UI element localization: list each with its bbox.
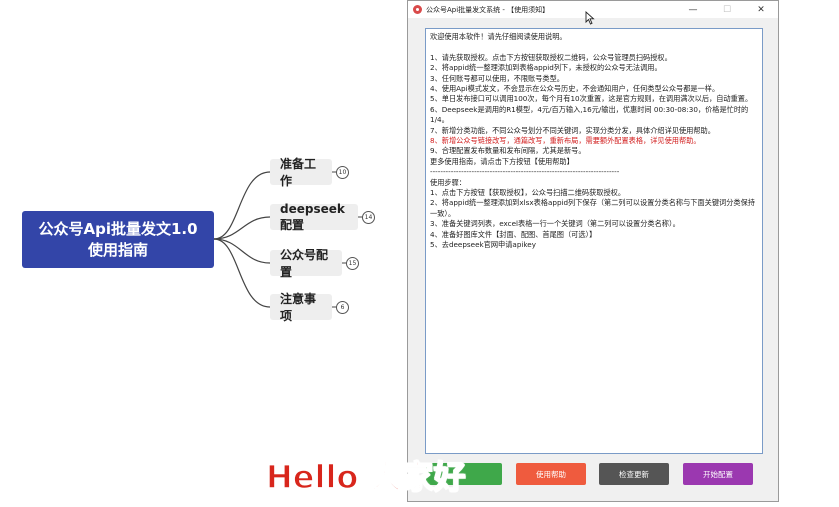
notice-line: ----------------------------------------…: [430, 167, 620, 177]
notice-line: 更多使用指南，请点击下方按钮【使用帮助】: [430, 156, 574, 166]
node-label: deepseek配置: [280, 201, 345, 232]
window-title: 公众号Api批量发文系统 - 【使用须知】: [426, 5, 550, 14]
notice-line: 5、去deepseek官网申请apikey: [430, 240, 536, 250]
notice-line: 4、准备好图库文件【封面、配图、首尾图（可选）】: [430, 229, 597, 239]
notice-line: 2、将appid统一整理添加到表格appid列下，未授权的公众号无法调用。: [430, 63, 662, 73]
minimize-button[interactable]: —: [676, 1, 710, 18]
app-logo-icon: [413, 5, 422, 14]
node-label: 准备工作: [280, 157, 317, 188]
node-count-badge[interactable]: 6: [336, 301, 349, 314]
mindmap-root-node[interactable]: 公众号Api批量发文1.0 使用指南: [22, 211, 214, 268]
connector-prep: [213, 171, 271, 240]
root-subtitle: 使用指南: [87, 240, 148, 259]
root-title: 公众号Api批量发文1.0: [38, 219, 198, 238]
mouse-cursor-icon: [585, 11, 595, 25]
close-button[interactable]: ✕: [744, 1, 778, 18]
notice-line: 2、将appid统一整理添加到xlsx表格appid列下保存（第二列可以设置分类…: [430, 198, 755, 218]
usage-notice-textbox[interactable]: 欢迎使用本软件！请先仔细阅读使用说明。 1、请先获取授权。点击下方按钮获取授权二维…: [425, 28, 763, 454]
notice-line: 3、任何账号都可以使用，不限账号类型。: [430, 73, 564, 83]
node-notes[interactable]: 注意事项: [270, 292, 332, 323]
app-window: 公众号Api批量发文系统 - 【使用须知】 — ☐ ✕ 欢迎使用本软件！请先仔细…: [407, 0, 779, 502]
node-preparation[interactable]: 准备工作: [270, 157, 332, 188]
check-update-button[interactable]: 检查更新: [599, 463, 669, 485]
mindmap: 公众号Api批量发文1.0 使用指南 准备工作 10 deepseek配置 14…: [0, 0, 400, 507]
notice-line: 使用步骤：: [430, 177, 466, 187]
notice-line: 1、请先获取授权。点击下方按钮获取授权二维码，公众号管理员扫码授权。: [430, 52, 672, 62]
node-count-badge[interactable]: 10: [336, 166, 349, 179]
node-count-badge[interactable]: 14: [362, 211, 375, 224]
node-label: 公众号配置: [280, 248, 329, 279]
notice-line: 8、新增公众号链接改写，通篇改写，重新布局，需要额外配置表格，详见使用帮助。: [430, 136, 701, 146]
node-deepseek-config[interactable]: deepseek配置: [270, 201, 358, 232]
start-config-button[interactable]: 开始配置: [683, 463, 753, 485]
notice-line: 欢迎使用本软件！请先仔细阅读使用说明。: [430, 32, 567, 41]
video-caption: Hello 大家好: [265, 457, 466, 497]
notice-line: 7、新增分类功能，不同公众号划分不同关键词，实现分类分发，具体介绍详见使用帮助。: [430, 125, 715, 135]
node-count-badge[interactable]: 15: [346, 257, 359, 270]
notice-line: 3、准备关键词列表，excel表格一行一个关键词（第二列可以设置分类名称）。: [430, 219, 680, 229]
node-label: 注意事项: [280, 292, 317, 323]
notice-line: 4、使用Api模式发文，不会显示在公众号历史，不会通知用户，任何类型公众号都是一…: [430, 84, 720, 94]
window-controls: — ☐ ✕: [676, 1, 778, 18]
maximize-button[interactable]: ☐: [710, 1, 744, 18]
help-button[interactable]: 使用帮助: [516, 463, 586, 485]
notice-line: 9、合理配置发布数量和发布间隔，尤其是新号。: [430, 146, 586, 156]
notice-line: 6、Deepseek是调用的R1模型，4元/百万输入,16元/输出，优惠时间 0…: [430, 104, 749, 125]
notice-line: 5、单日发布接口可以调用100次，每个月有10次重置，这是官方规则，在调用满次以…: [430, 94, 753, 104]
notice-line: 1、点击下方按钮【获取授权】，公众号扫描二维码获取授权。: [430, 188, 626, 198]
node-account-config[interactable]: 公众号配置: [270, 248, 342, 279]
connector-notes: [213, 238, 271, 308]
notice-line: [430, 42, 758, 52]
